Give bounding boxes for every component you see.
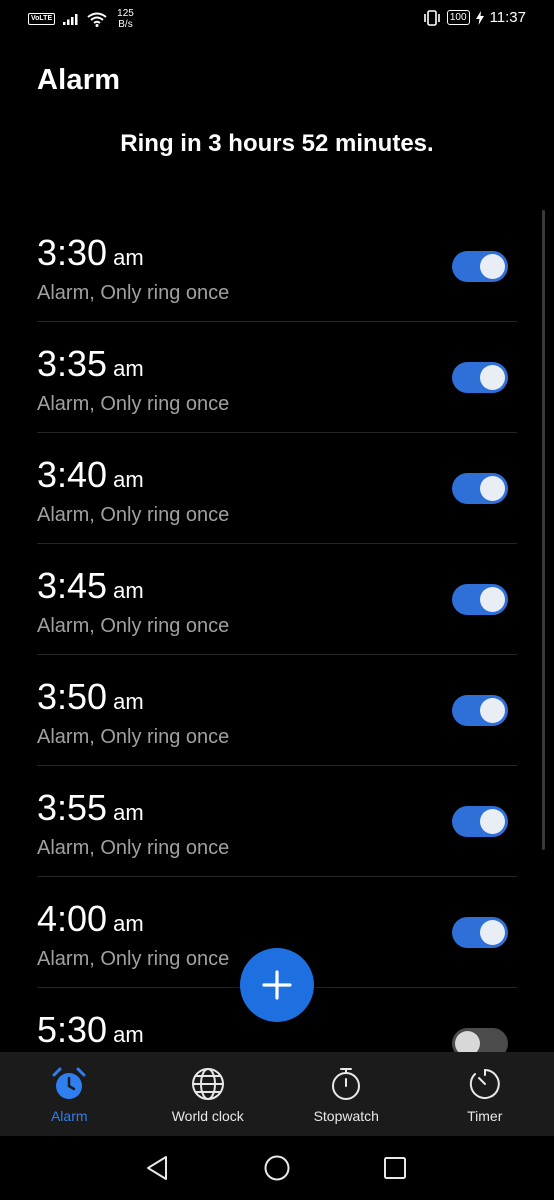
home-icon[interactable] [262, 1153, 292, 1183]
alarm-description: Alarm, Only ring once [37, 837, 230, 859]
toggle-knob [455, 1031, 480, 1052]
alarm-row[interactable]: 3:55 am Alarm, Only ring once [37, 766, 517, 877]
tab-world-clock[interactable]: World clock [139, 1052, 278, 1136]
alarm-time-value: 3:50 [37, 676, 108, 717]
alarm-row[interactable]: 3:30 am Alarm, Only ring once [37, 211, 517, 322]
alarm-time-value: 4:00 [37, 898, 108, 939]
alarm-toggle[interactable] [452, 1028, 508, 1052]
network-speed: 125 B/s [117, 8, 134, 30]
volte-icon: VoLTE [28, 13, 56, 25]
alarm-time-value: 3:40 [37, 454, 108, 495]
alarm-description: Alarm, Only ring once [37, 393, 230, 415]
alarm-description: Alarm, Only ring once [37, 948, 230, 970]
alarm-ampm: am [113, 467, 144, 492]
vibrate-icon [424, 9, 440, 26]
status-time: 11:37 [489, 9, 526, 26]
toggle-knob [480, 809, 505, 834]
alarm-row[interactable]: 3:50 am Alarm, Only ring once [37, 655, 517, 766]
alarm-toggle[interactable] [452, 362, 508, 393]
alarm-time-value: 3:30 [37, 232, 108, 273]
alarm-ampm: am [113, 578, 144, 603]
alarm-toggle[interactable] [452, 473, 508, 504]
alarm-time: 5:30 am [37, 1010, 144, 1052]
alarm-description: Alarm, Only ring once [37, 282, 230, 304]
alarm-time: 3:40 am [37, 455, 144, 500]
battery-icon: 100 [446, 10, 470, 25]
alarm-ampm: am [113, 1022, 144, 1047]
status-bar: VoLTE 125 B/s 100 11:37 [0, 0, 554, 40]
tab-timer-label: Timer [467, 1108, 503, 1124]
recents-icon[interactable] [380, 1153, 410, 1183]
plus-icon [262, 970, 292, 1000]
scrollbar[interactable] [542, 210, 545, 850]
system-nav-bar [0, 1136, 554, 1200]
back-icon[interactable] [143, 1153, 173, 1183]
alarm-ampm: am [113, 689, 144, 714]
alarm-ampm: am [113, 911, 144, 936]
bottom-nav: Alarm World clock Stopwatch Timer [0, 1052, 554, 1136]
signal-icon [63, 14, 78, 25]
alarm-time-value: 3:35 [37, 343, 108, 384]
page-title: Alarm [37, 64, 121, 96]
toggle-knob [480, 254, 505, 279]
alarm-time: 3:50 am [37, 677, 144, 722]
alarm-time: 3:30 am [37, 233, 144, 278]
alarm-ampm: am [113, 800, 144, 825]
alarm-time: 4:00 am [37, 899, 144, 944]
alarm-time-value: 5:30 [37, 1009, 108, 1050]
globe-icon [191, 1068, 224, 1100]
alarm-description: Alarm, Only ring once [37, 726, 230, 748]
tab-timer[interactable]: Timer [416, 1052, 554, 1136]
toggle-knob [480, 920, 505, 945]
alarm-toggle[interactable] [452, 251, 508, 282]
charging-icon [475, 10, 484, 25]
alarm-ampm: am [113, 356, 144, 381]
alarm-time: 3:45 am [37, 566, 144, 611]
timer-icon [469, 1069, 500, 1099]
toggle-knob [480, 587, 505, 612]
alarm-time: 3:55 am [37, 788, 144, 833]
alarm-time: 3:35 am [37, 344, 144, 389]
toggle-knob [480, 365, 505, 390]
alarm-description: Alarm, Only ring once [37, 615, 230, 637]
add-alarm-button[interactable] [240, 948, 314, 1022]
alarm-toggle[interactable] [452, 584, 508, 615]
alarm-row[interactable]: 3:45 am Alarm, Only ring once [37, 544, 517, 655]
alarm-time-value: 3:55 [37, 787, 108, 828]
stopwatch-icon [332, 1068, 361, 1100]
alarm-row[interactable]: 3:40 am Alarm, Only ring once [37, 433, 517, 544]
alarm-toggle[interactable] [452, 695, 508, 726]
alarm-list: 3:30 am Alarm, Only ring once 3:35 am Alar… [37, 211, 517, 1052]
tab-stopwatch-label: Stopwatch [313, 1108, 379, 1124]
toggle-knob [480, 476, 505, 501]
next-alarm-countdown: Ring in 3 hours 52 minutes. [120, 130, 434, 157]
alarm-row[interactable]: 3:35 am Alarm, Only ring once [37, 322, 517, 433]
alarm-clock-icon [52, 1067, 86, 1099]
tab-alarm[interactable]: Alarm [0, 1052, 139, 1136]
tab-alarm-label: Alarm [50, 1108, 88, 1124]
wifi-icon [87, 12, 107, 27]
alarm-description: Alarm, Only ring once [37, 504, 230, 526]
alarm-toggle[interactable] [452, 917, 508, 948]
toggle-knob [480, 698, 505, 723]
tab-world-clock-label: World clock [171, 1108, 244, 1124]
alarm-ampm: am [113, 245, 144, 270]
alarm-toggle[interactable] [452, 806, 508, 837]
alarm-time-value: 3:45 [37, 565, 108, 606]
tab-stopwatch[interactable]: Stopwatch [277, 1052, 416, 1136]
